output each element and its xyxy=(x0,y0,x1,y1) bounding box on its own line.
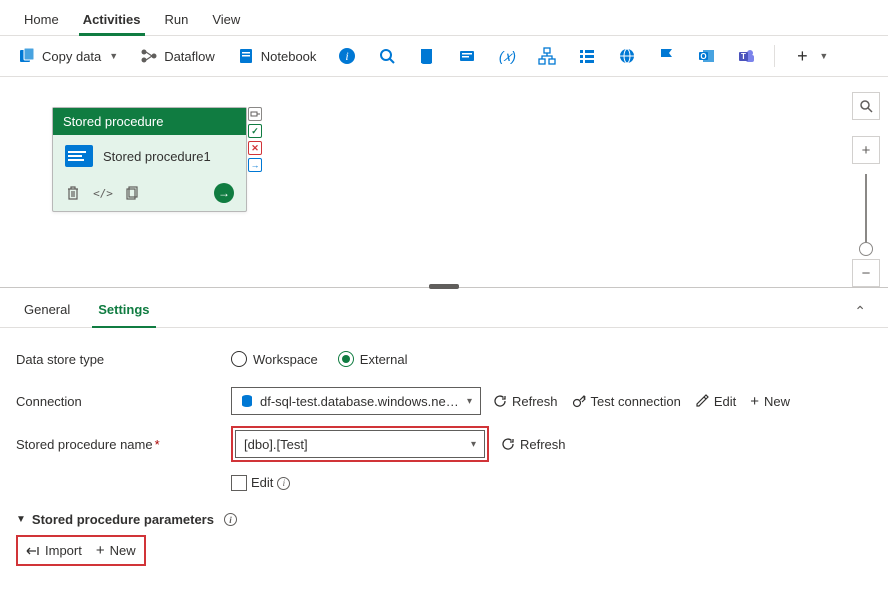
notebook-label: Notebook xyxy=(261,49,317,64)
refresh-connection-button[interactable]: Refresh xyxy=(493,394,558,409)
dataflow-label: Dataflow xyxy=(164,49,215,64)
tab-home[interactable]: Home xyxy=(12,6,71,35)
import-params-button[interactable]: Import xyxy=(26,543,82,558)
activity-name: Stored procedure1 xyxy=(103,149,211,164)
stored-procedure-icon xyxy=(65,145,93,167)
properties-tabs: General Settings ⌃ xyxy=(0,288,888,328)
sp-name-label: Stored procedure name* xyxy=(16,437,231,452)
run-arrow-icon[interactable]: → xyxy=(214,183,234,203)
svg-text:T: T xyxy=(741,52,746,61)
info-icon[interactable]: i xyxy=(277,477,290,490)
connector-success[interactable]: ✓ xyxy=(248,124,262,138)
teams-icon[interactable]: T xyxy=(730,42,764,70)
add-button[interactable]: +▼ xyxy=(785,42,836,70)
edit-checkbox-label: Edit xyxy=(251,475,273,490)
radio-workspace-label: Workspace xyxy=(253,352,318,367)
chevron-down-icon: ▼ xyxy=(109,51,118,61)
zoom-in-button[interactable]: + xyxy=(852,136,880,164)
connection-label: Connection xyxy=(16,394,231,409)
top-tabs: Home Activities Run View xyxy=(0,0,888,36)
edit-connection-button[interactable]: Edit xyxy=(695,394,736,409)
activity-card[interactable]: Stored procedure Stored procedure1 </> → xyxy=(52,107,247,212)
refresh-sp-label: Refresh xyxy=(520,437,566,452)
new-connection-button[interactable]: +New xyxy=(750,394,790,409)
chevron-down-icon: ▼ xyxy=(819,51,828,61)
dataflow-icon xyxy=(140,47,158,65)
tab-run[interactable]: Run xyxy=(153,6,201,35)
activity-type-header: Stored procedure xyxy=(53,108,246,135)
connector-generic[interactable] xyxy=(248,107,262,121)
radio-external[interactable]: External xyxy=(338,351,408,367)
refresh-sp-button[interactable]: Refresh xyxy=(501,437,566,452)
import-label: Import xyxy=(45,543,82,558)
tab-general[interactable]: General xyxy=(14,296,80,327)
edit-checkbox[interactable]: Edit xyxy=(231,475,273,492)
connection-value: df-sql-test.database.windows.net;tes… xyxy=(260,394,461,409)
refresh-label: Refresh xyxy=(512,394,558,409)
test-connection-label: Test connection xyxy=(591,394,681,409)
hierarchy-icon[interactable] xyxy=(530,42,564,70)
sp-params-label: Stored procedure parameters xyxy=(32,512,214,527)
connector-failure[interactable]: ✕ xyxy=(248,141,262,155)
copy-data-icon xyxy=(18,47,36,65)
script-icon[interactable] xyxy=(410,42,444,70)
globe-icon[interactable] xyxy=(610,42,644,70)
zoom-slider[interactable] xyxy=(865,174,867,249)
connector-completion[interactable]: → xyxy=(248,158,262,172)
chevron-down-icon: ▾ xyxy=(467,396,472,407)
canvas-search-icon[interactable] xyxy=(852,92,880,120)
activity-connectors: ✓ ✕ → xyxy=(248,107,262,172)
sp-name-value: [dbo].[Test] xyxy=(244,437,465,452)
notebook-button[interactable]: Notebook xyxy=(229,42,325,70)
settings-form: Data store type Workspace External Conne… xyxy=(0,328,888,580)
data-store-type-radio-group: Workspace External xyxy=(231,351,408,367)
toolbar: Copy data ▼ Dataflow Notebook i (𝑥) O T … xyxy=(0,36,888,77)
flag-icon[interactable] xyxy=(650,42,684,70)
notebook-icon xyxy=(237,47,255,65)
new-param-label: New xyxy=(110,543,136,558)
info-icon[interactable]: i xyxy=(224,513,237,526)
canvas[interactable]: Stored procedure Stored procedure1 </> →… xyxy=(0,77,888,287)
info-icon[interactable]: i xyxy=(330,42,364,70)
zoom-out-button[interactable]: − xyxy=(852,259,880,287)
copy-icon[interactable] xyxy=(125,185,141,201)
tab-settings[interactable]: Settings xyxy=(88,296,159,327)
new-param-button[interactable]: +New xyxy=(96,543,136,558)
panel-divider[interactable] xyxy=(0,287,888,288)
variable-icon[interactable]: (𝑥) xyxy=(490,42,524,70)
outlook-icon[interactable]: O xyxy=(690,42,724,70)
connection-dropdown[interactable]: df-sql-test.database.windows.net;tes… ▾ xyxy=(231,387,481,415)
tab-view[interactable]: View xyxy=(200,6,252,35)
chevron-down-icon: ▼ xyxy=(16,514,26,525)
svg-text:i: i xyxy=(346,49,349,63)
new-label: New xyxy=(764,394,790,409)
code-icon[interactable]: </> xyxy=(95,185,111,201)
tab-activities[interactable]: Activities xyxy=(71,6,153,35)
test-connection-button[interactable]: Test connection xyxy=(572,394,681,409)
data-store-type-label: Data store type xyxy=(16,352,231,367)
copy-data-label: Copy data xyxy=(42,49,101,64)
copy-data-button[interactable]: Copy data ▼ xyxy=(10,42,126,70)
radio-workspace[interactable]: Workspace xyxy=(231,351,318,367)
delete-icon[interactable] xyxy=(65,185,81,201)
database-icon xyxy=(240,394,254,408)
separator xyxy=(774,45,775,67)
radio-external-label: External xyxy=(360,352,408,367)
edit-label: Edit xyxy=(714,394,736,409)
list-icon[interactable] xyxy=(570,42,604,70)
sp-params-section[interactable]: ▼ Stored procedure parameters i xyxy=(16,512,872,527)
sp-name-dropdown[interactable]: [dbo].[Test] ▾ xyxy=(235,430,485,458)
chevron-down-icon: ▾ xyxy=(471,439,476,450)
svg-text:O: O xyxy=(701,52,707,61)
params-actions: Import +New xyxy=(16,535,146,566)
sp-icon[interactable] xyxy=(450,42,484,70)
canvas-controls: + − xyxy=(852,172,880,359)
search-icon[interactable] xyxy=(370,42,404,70)
dataflow-button[interactable]: Dataflow xyxy=(132,42,223,70)
